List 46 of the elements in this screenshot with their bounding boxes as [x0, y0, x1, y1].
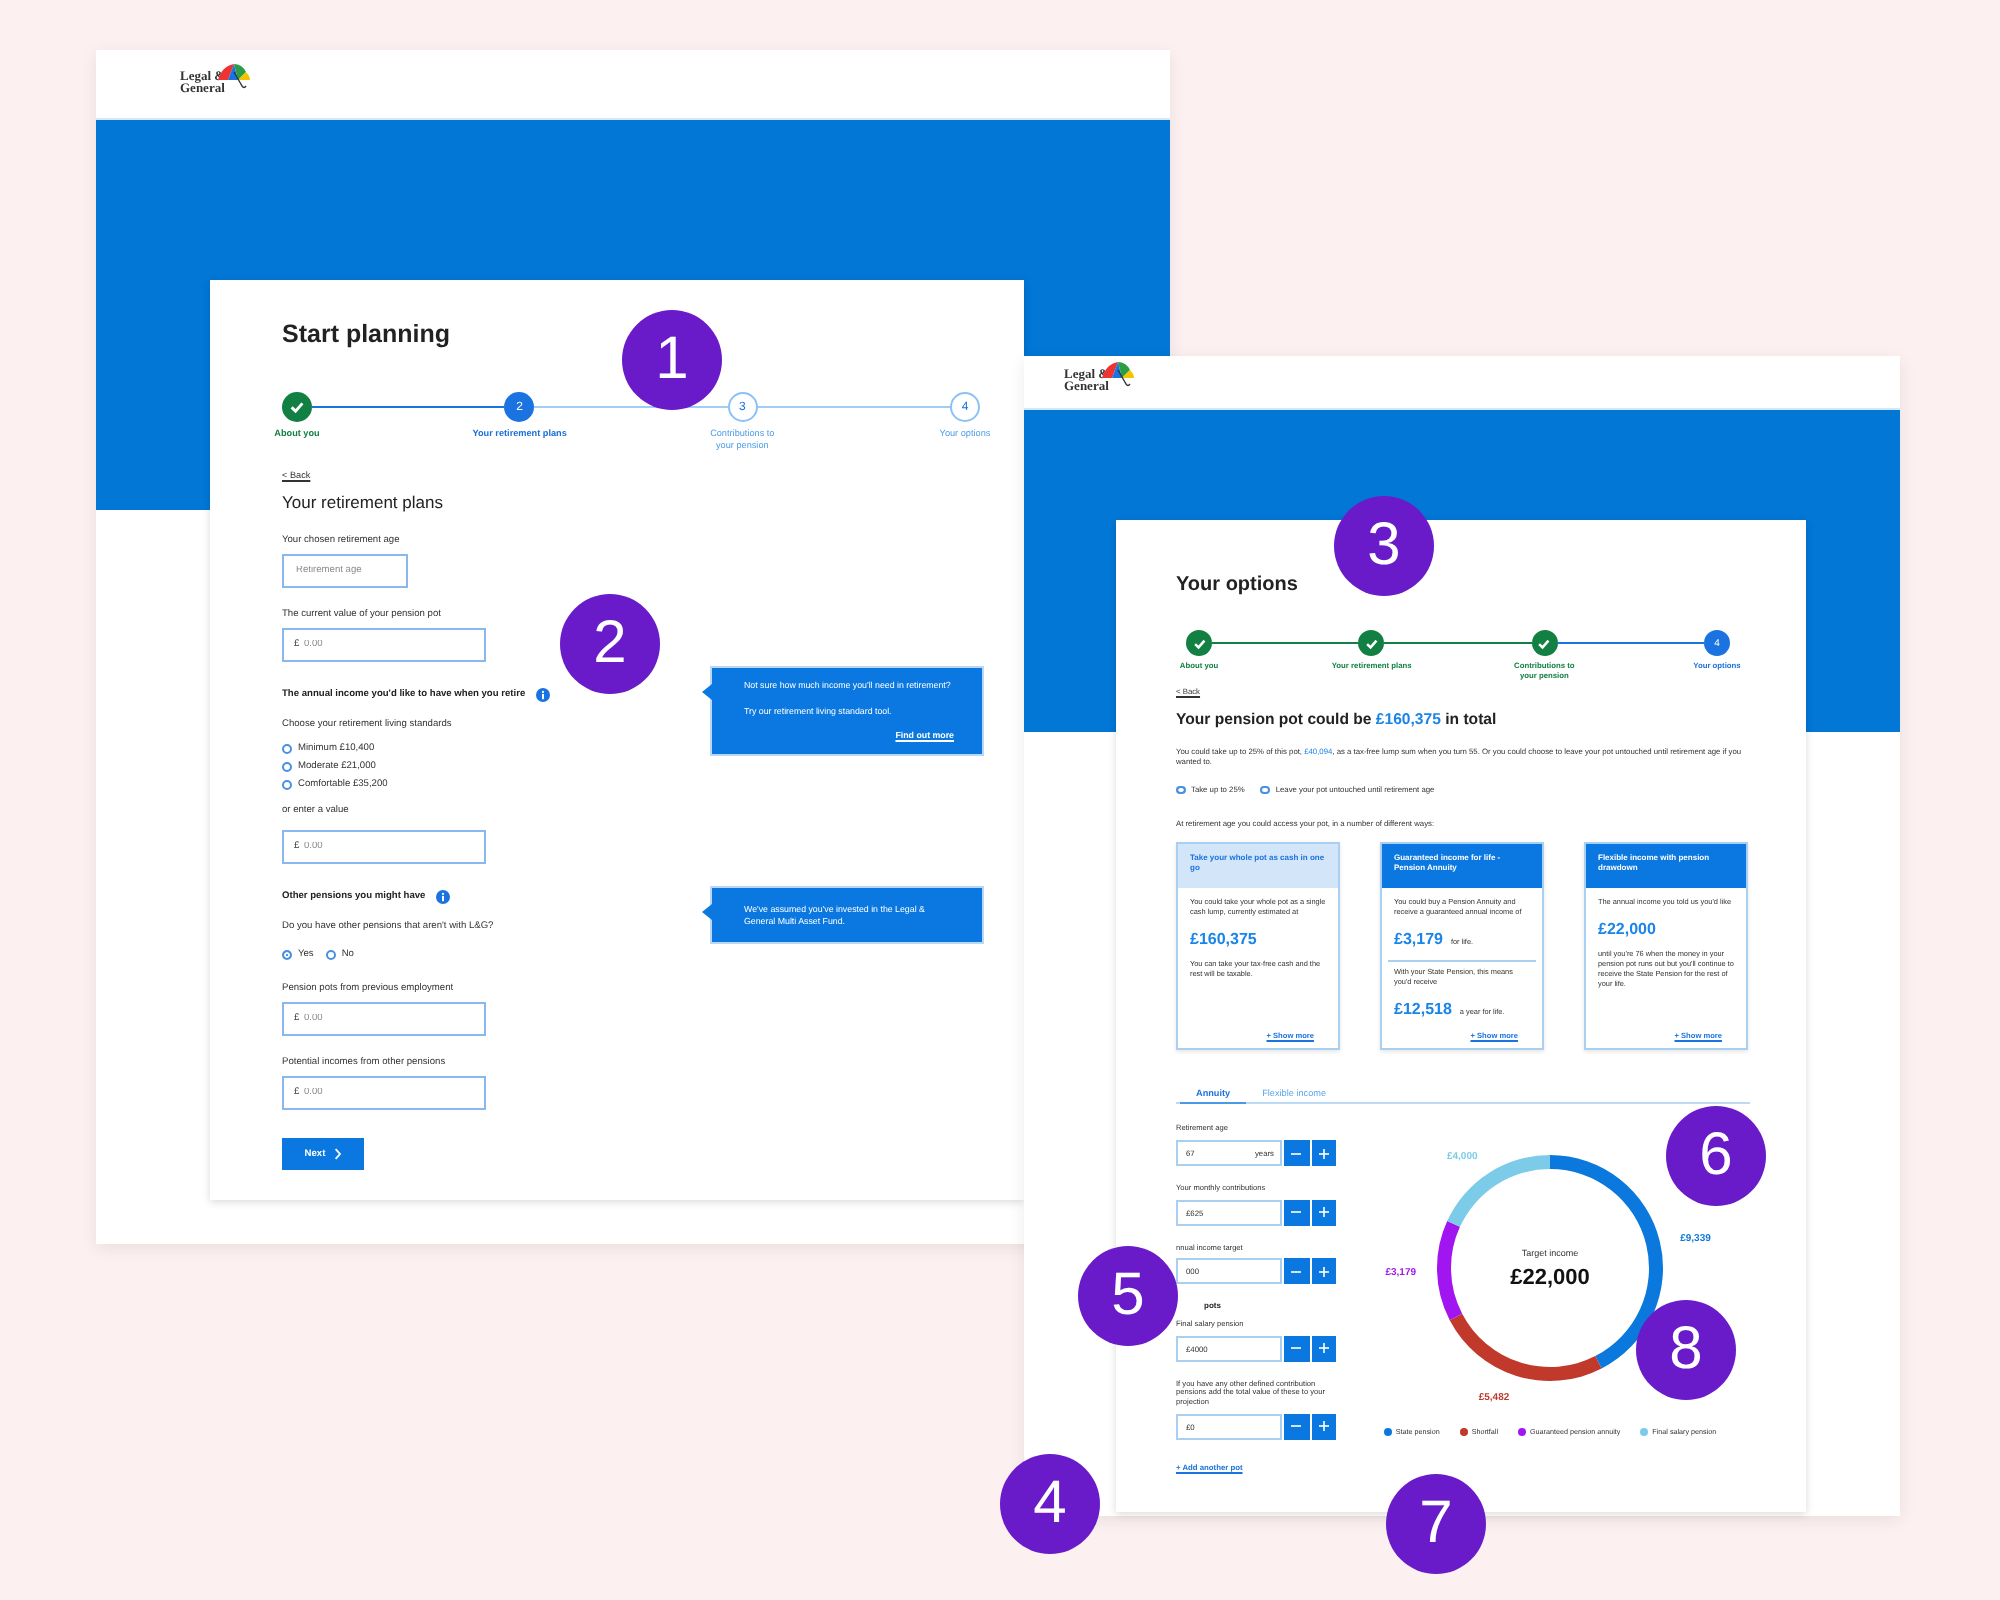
minus-icon [1290, 1420, 1303, 1433]
amount: £22,000 [1598, 920, 1656, 939]
radio-button[interactable] [282, 780, 292, 790]
number-badge: 4 [1000, 1454, 1100, 1554]
minus-icon [1290, 1206, 1303, 1219]
page-title: Your options [1176, 574, 1300, 596]
radio-button[interactable] [1176, 785, 1185, 795]
radio-button[interactable] [325, 950, 336, 960]
legend-dot [1459, 1428, 1468, 1437]
minus-icon [1290, 1342, 1303, 1355]
plus-icon [1317, 1147, 1330, 1159]
radio-button[interactable] [282, 950, 292, 960]
minus-icon [1290, 1147, 1303, 1159]
increase-button[interactable] [1311, 1413, 1336, 1440]
plus-icon [1317, 1420, 1330, 1433]
option-card[interactable] [1584, 842, 1748, 1051]
amount: £160,375 [1190, 930, 1257, 948]
decrease-button[interactable] [1284, 1258, 1309, 1285]
decrease-button[interactable] [1284, 1140, 1309, 1166]
minus-icon [1290, 1265, 1303, 1278]
decrease-button[interactable] [1284, 1199, 1309, 1226]
plus-icon [1317, 1265, 1330, 1278]
increase-button[interactable] [1311, 1258, 1336, 1285]
page-title: Start planning [282, 320, 453, 348]
section-title: Your retirement plans [282, 492, 445, 512]
increase-button[interactable] [1311, 1335, 1336, 1362]
decrease-button[interactable] [1284, 1413, 1309, 1440]
option-card[interactable] [1380, 842, 1544, 1051]
increase-button[interactable] [1311, 1140, 1336, 1166]
chevron-icon [333, 1148, 342, 1160]
legend-dot [1640, 1428, 1649, 1437]
radio-button[interactable] [282, 762, 292, 772]
amount: £12,518 [1394, 999, 1452, 1018]
info-icon[interactable] [435, 890, 450, 904]
increase-button[interactable] [1311, 1199, 1336, 1226]
legend-dot [1383, 1428, 1392, 1437]
info-icon[interactable] [535, 688, 550, 702]
number-badge: 7 [1386, 1474, 1486, 1574]
amount: £3,179 [1394, 930, 1443, 948]
center-value: £22,000 [1510, 1266, 1590, 1291]
decrease-button[interactable] [1284, 1335, 1309, 1362]
legend-dot [1518, 1428, 1527, 1437]
plus-icon [1317, 1206, 1330, 1219]
radio-button[interactable] [1260, 785, 1270, 795]
radio-button[interactable] [282, 744, 292, 754]
plus-icon [1317, 1342, 1330, 1355]
